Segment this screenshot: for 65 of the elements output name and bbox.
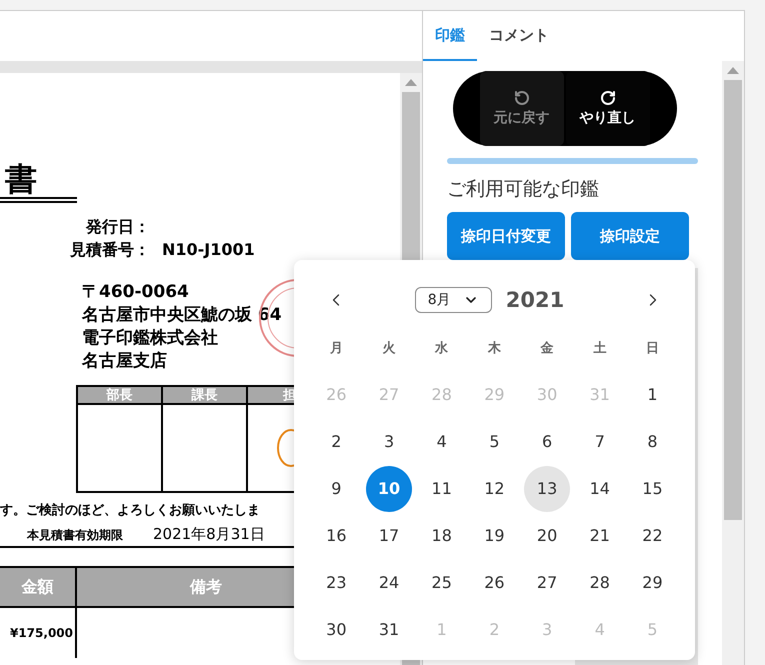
weekday-label: 日	[644, 340, 660, 358]
scrollbar[interactable]	[722, 61, 744, 665]
calendar-day[interactable]: 18	[418, 512, 465, 558]
calendar-day[interactable]: 19	[471, 512, 518, 558]
address-line: 名古屋支店	[82, 350, 167, 373]
calendar-day[interactable]: 14	[576, 466, 623, 512]
calendar-day[interactable]: 21	[576, 512, 623, 558]
address-line: 電子印鑑株式会社	[82, 327, 218, 350]
document-title: 書	[0, 161, 77, 203]
action-button[interactable]: 捺印日付変更	[447, 212, 565, 260]
calendar-day[interactable]: 4	[418, 418, 465, 464]
calendar-day[interactable]: 3	[366, 418, 412, 464]
calendar-day[interactable]: 17	[366, 512, 412, 558]
calendar-day[interactable]: 26	[471, 560, 518, 606]
scroll-up-icon[interactable]	[727, 67, 739, 74]
calendar-day[interactable]: 30	[313, 606, 360, 652]
weekday-label: 金	[540, 340, 555, 358]
estimate-number: N10-J1001	[161, 240, 255, 261]
action-button[interactable]: 捺印設定	[571, 212, 689, 260]
calendar-day[interactable]: 6	[524, 418, 570, 464]
document-note: す。ご検討のほど、よろしくお願いいたしま	[0, 502, 260, 519]
validity-date: 2021年8月31日	[153, 525, 265, 544]
estimate-number-label: 見積番号：	[68, 240, 150, 261]
calendar-day[interactable]: 20	[524, 512, 570, 558]
calendar-day[interactable]: 29	[629, 560, 676, 606]
month-select[interactable]: 8月	[414, 287, 492, 313]
calendar-day[interactable]: 11	[418, 466, 465, 512]
validity-label: 本見積書有効期限	[27, 527, 123, 544]
table-cell: ¥175,000	[0, 608, 77, 658]
calendar-day[interactable]: 10	[366, 466, 412, 512]
issue-date-label: 発行日：	[84, 217, 150, 238]
calendar-day[interactable]: 22	[629, 512, 676, 558]
calendar-day[interactable]: 25	[418, 560, 465, 606]
weekday-label: 土	[592, 340, 608, 358]
tab[interactable]: コメント	[477, 11, 561, 61]
calendar-day[interactable]: 16	[313, 512, 360, 558]
calendar-day[interactable]: 28	[576, 560, 623, 606]
calendar-day[interactable]: 27	[524, 560, 570, 606]
weekday-label: 月	[328, 340, 344, 358]
calendar-day[interactable]: 13	[524, 466, 570, 512]
calendar-day[interactable]: 31	[366, 606, 412, 652]
weekday-label: 木	[486, 340, 502, 358]
weekday-label: 火	[382, 340, 397, 358]
weekday-label: 水	[434, 340, 450, 358]
calendar-day[interactable]: 8	[629, 418, 676, 464]
approval-header: 課長	[163, 387, 246, 405]
calendar-day[interactable]: 24	[366, 560, 412, 606]
redo-button[interactable]: やり直し	[566, 71, 650, 146]
redo-icon	[600, 90, 616, 106]
table-header: 金額	[0, 568, 77, 608]
calendar-day[interactable]: 15	[629, 466, 676, 512]
calendar-day[interactable]: 9	[313, 466, 360, 512]
calendar-day[interactable]: 5	[471, 418, 518, 464]
scroll-up-icon[interactable]	[405, 79, 417, 86]
year-label: 2021	[506, 288, 564, 312]
address-line: 〒460-0064	[82, 281, 189, 304]
calendar-day[interactable]: 12	[471, 466, 518, 512]
section-heading: ご利用可能な印鑑	[447, 177, 600, 202]
calendar-day[interactable]: 2	[313, 418, 360, 464]
scrollbar-thumb[interactable]	[724, 80, 742, 520]
tab[interactable]: 印鑑	[423, 11, 477, 61]
approval-header: 部長	[78, 387, 161, 405]
calendar-day[interactable]: 1	[629, 372, 676, 418]
undo-icon	[514, 90, 530, 106]
calendar-day[interactable]: 7	[576, 418, 623, 464]
